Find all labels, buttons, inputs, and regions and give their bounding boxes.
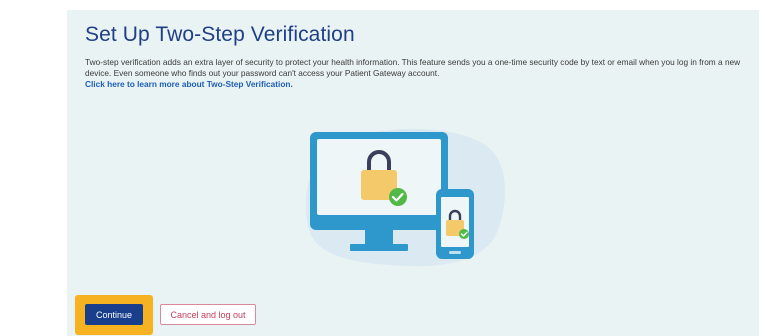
security-illustration-svg: [305, 128, 506, 267]
cancel-logout-button[interactable]: Cancel and log out: [160, 304, 256, 325]
continue-focus-highlight: Continue: [75, 295, 153, 335]
description-text: Two-step verification adds an extra laye…: [85, 57, 741, 78]
continue-button[interactable]: Continue: [85, 304, 143, 325]
security-illustration: [302, 126, 507, 268]
learn-more-link[interactable]: Click here to learn more about Two-Step …: [85, 79, 745, 90]
page-title: Set Up Two-Step Verification: [85, 23, 355, 46]
description: Two-step verification adds an extra laye…: [85, 57, 745, 90]
main-panel: Set Up Two-Step Verification Two-step ve…: [67, 10, 759, 336]
check-badge-icon: [389, 188, 407, 206]
phone-icon: [436, 189, 474, 259]
